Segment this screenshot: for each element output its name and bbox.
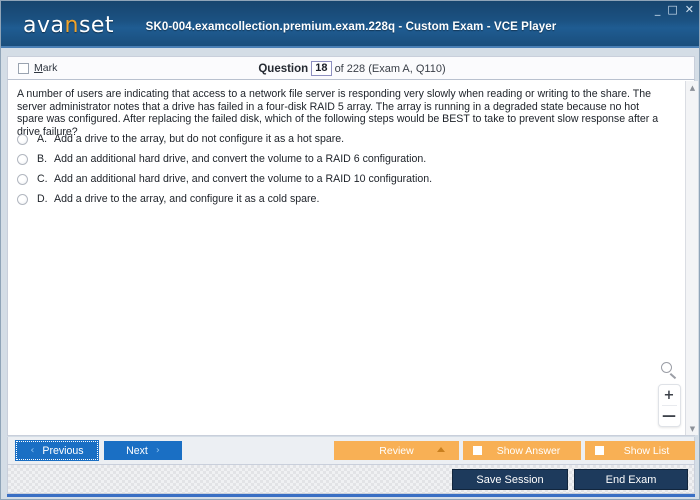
show-answer-checkbox[interactable] [473, 446, 482, 455]
vertical-scrollbar[interactable]: ▲ ▼ [685, 81, 698, 435]
question-counter: Question 18 of 228 (Exam A, Q110) [8, 61, 696, 76]
answer-letter: B. [37, 153, 54, 165]
answer-text: Add a drive to the array, and configure … [54, 193, 319, 205]
next-button[interactable]: Next › [104, 441, 182, 460]
question-header-bar: Mark Question 18 of 228 (Exam A, Q110) [7, 56, 695, 80]
question-total-label: of 228 (Exam A, Q110) [335, 63, 446, 75]
answer-option[interactable]: A. Add a drive to the array, but do not … [17, 131, 657, 147]
review-button-label: Review [379, 445, 413, 457]
answer-option[interactable]: B. Add an additional hard drive, and con… [17, 151, 657, 167]
chevron-right-icon: › [156, 445, 160, 456]
answer-letter: A. [37, 133, 54, 145]
show-list-label: Show List [604, 445, 695, 457]
scroll-down-arrow-icon[interactable]: ▼ [686, 422, 699, 435]
previous-button-label: Previous [42, 445, 83, 457]
magnifier-lens [661, 362, 672, 373]
show-answer-button[interactable]: Show Answer [463, 441, 581, 460]
review-button[interactable]: Review [334, 441, 459, 460]
answer-radio-a[interactable] [17, 134, 28, 145]
answer-text: Add an additional hard drive, and conver… [54, 173, 432, 185]
answer-radio-d[interactable] [17, 194, 28, 205]
answer-letter: C. [37, 173, 54, 185]
zoom-widget: + — [656, 361, 682, 427]
answer-letter: D. [37, 193, 54, 205]
window-controls: _ □ ✕ [655, 4, 694, 15]
question-word: Question [258, 63, 308, 75]
status-bar: Save Session End Exam [7, 464, 695, 494]
magnifier-icon [659, 361, 679, 381]
answer-text: Add an additional hard drive, and conver… [54, 153, 426, 165]
zoom-in-button[interactable]: + [659, 385, 680, 405]
answer-option[interactable]: D. Add a drive to the array, and configu… [17, 191, 657, 207]
answer-text: Add a drive to the array, but do not con… [54, 133, 344, 145]
answer-options-list: A. Add a drive to the array, but do not … [17, 131, 657, 211]
question-number-input[interactable]: 18 [311, 61, 331, 76]
answer-radio-b[interactable] [17, 154, 28, 165]
previous-button[interactable]: ‹ Previous [16, 441, 98, 460]
navigation-toolbar: ‹ Previous Next › Review Show Answer Sho… [7, 437, 695, 464]
zoom-out-button[interactable]: — [659, 406, 680, 426]
title-bar: avanset SK0-004.examcollection.premium.e… [1, 1, 700, 48]
end-exam-button[interactable]: End Exam [574, 469, 688, 490]
close-icon[interactable]: ✕ [685, 4, 694, 15]
next-button-label: Next [126, 445, 148, 457]
maximize-icon[interactable]: □ [667, 4, 677, 15]
magnifier-handle [670, 373, 676, 379]
window-title: SK0-004.examcollection.premium.exam.228q… [1, 21, 700, 33]
bottom-accent-bar [7, 494, 695, 497]
save-session-button[interactable]: Save Session [452, 469, 568, 490]
answer-option[interactable]: C. Add an additional hard drive, and con… [17, 171, 657, 187]
scroll-up-arrow-icon[interactable]: ▲ [686, 81, 699, 94]
vce-player-window: avanset SK0-004.examcollection.premium.e… [0, 0, 700, 500]
chevron-left-icon: ‹ [30, 445, 34, 456]
show-list-button[interactable]: Show List [585, 441, 695, 460]
question-content-pane: A number of users are indicating that ac… [7, 80, 695, 436]
show-answer-label: Show Answer [482, 445, 581, 457]
chevron-up-icon [437, 447, 445, 452]
show-list-checkbox[interactable] [595, 446, 604, 455]
minimize-icon[interactable]: _ [655, 4, 661, 15]
answer-radio-c[interactable] [17, 174, 28, 185]
zoom-buttons: + — [658, 384, 681, 427]
